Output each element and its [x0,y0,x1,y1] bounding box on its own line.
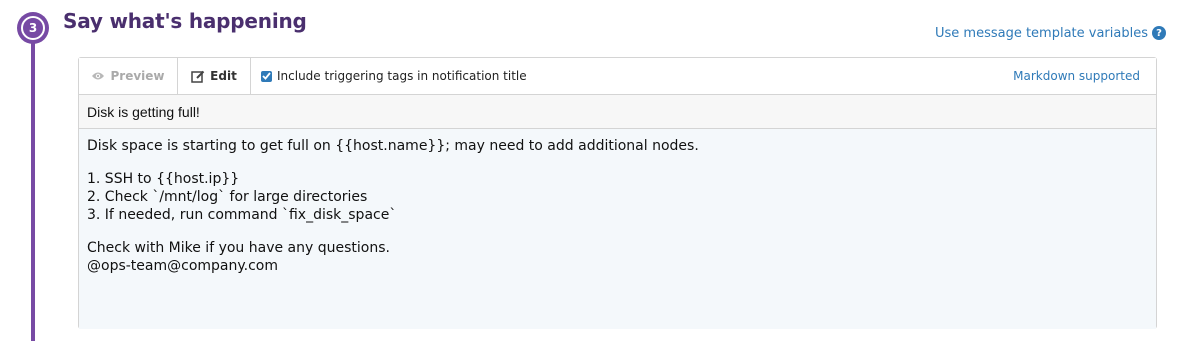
include-tags-label: Include triggering tags in notification … [277,69,527,83]
message-body-line: 1. SSH to {{host.ip}} [87,171,240,187]
message-body-line: Disk space is starting to get full on {{… [87,138,699,154]
step-number-badge: 3 [17,12,49,44]
editor-toolbar: Preview Edit Include triggering tags in … [79,58,1156,95]
section-title: Say what's happening [63,9,307,33]
message-body-textarea[interactable]: Disk space is starting to get full on {{… [79,129,1156,329]
preview-tab-label: Preview [110,69,165,83]
edit-tab[interactable]: Edit [178,58,251,94]
step-timeline-line [31,30,35,341]
edit-icon [191,70,205,83]
edit-tab-label: Edit [210,69,237,83]
message-body-line: @ops-team@company.com [87,258,278,274]
message-editor: Preview Edit Include triggering tags in … [78,57,1157,329]
message-body-blank-line [87,224,1148,239]
template-variables-link[interactable]: Use message template variables [935,26,1148,41]
checkmark-icon [262,72,271,80]
message-body-line: Check with Mike if you have any question… [87,240,390,256]
markdown-supported-link[interactable]: Markdown supported [1013,69,1140,83]
preview-tab[interactable]: Preview [79,58,178,94]
message-title-input[interactable]: Disk is getting full! [79,95,1156,129]
step-number: 3 [21,16,45,40]
message-body-line: 3. If needed, run command `fix_disk_spac… [87,207,397,223]
message-body-line: 2. Check `/mnt/log` for large directorie… [87,189,368,205]
eye-icon [92,72,105,80]
help-icon[interactable]: ? [1152,26,1166,40]
message-body-blank-line [87,155,1148,170]
include-tags-checkbox[interactable] [261,70,272,82]
include-tags-option[interactable]: Include triggering tags in notification … [261,69,527,83]
